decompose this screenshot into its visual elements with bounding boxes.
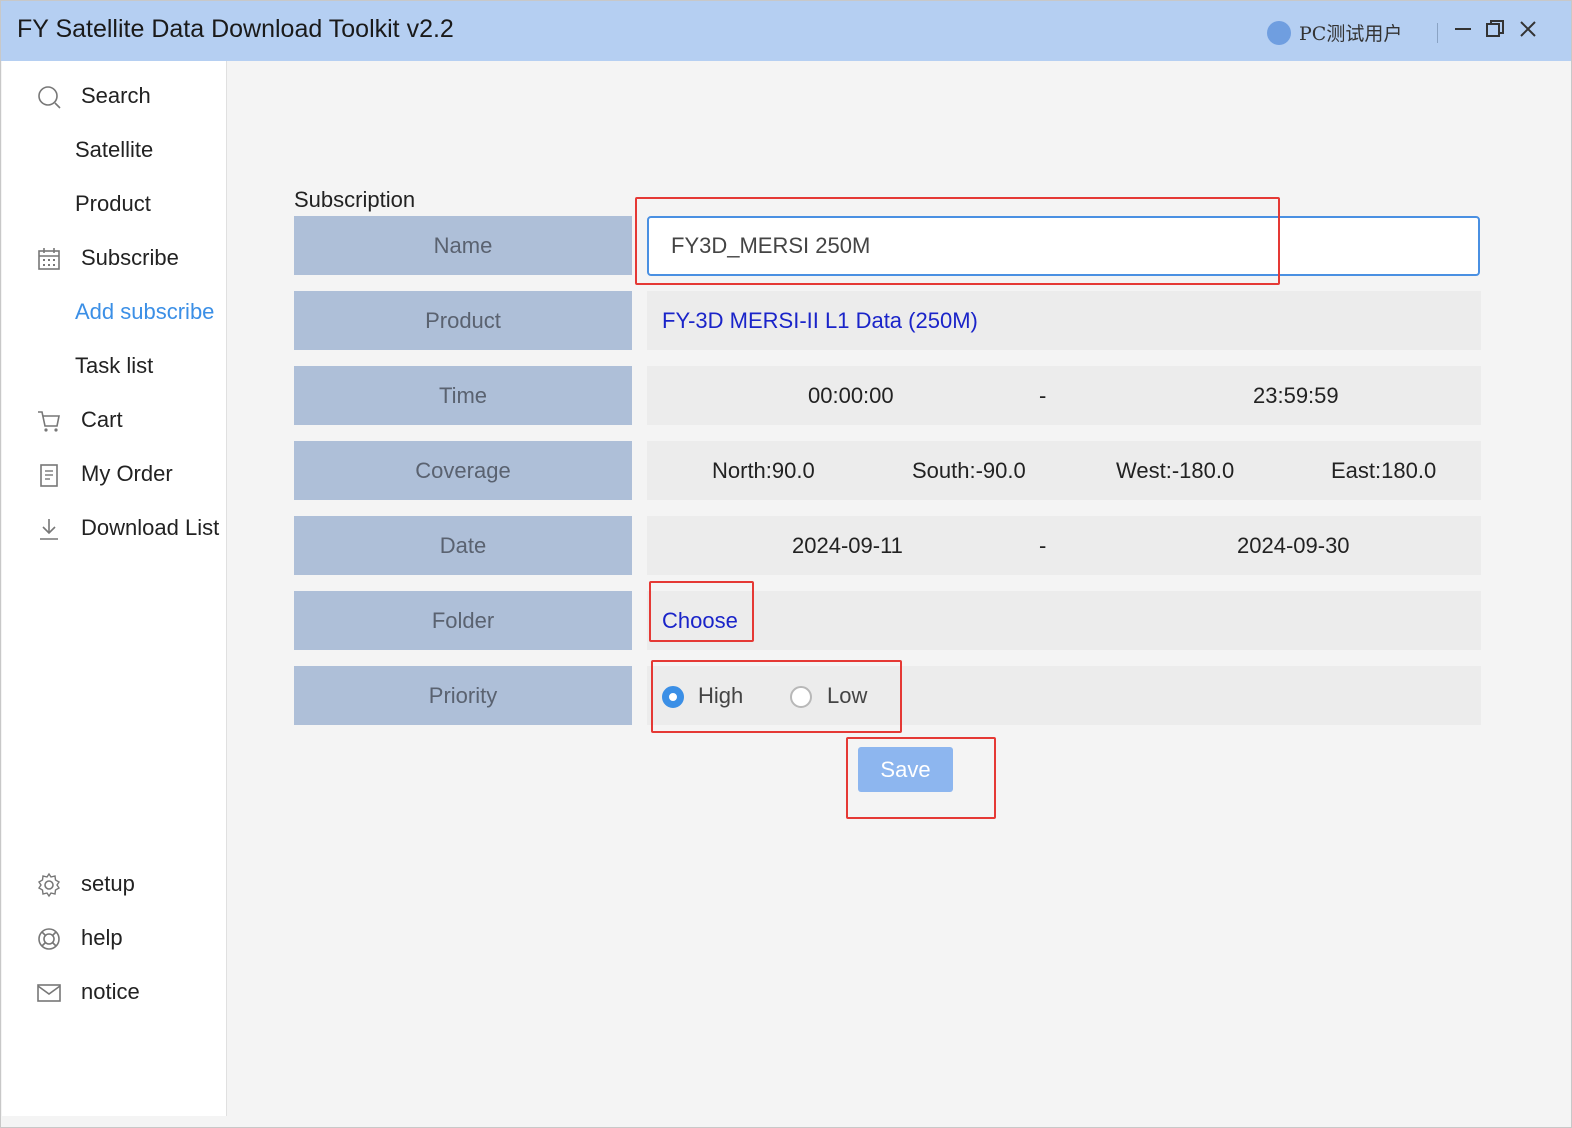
sidebar-item-label: Task list	[75, 353, 154, 378]
coverage-field: North:90.0 South:-90.0 West:-180.0 East:…	[647, 441, 1481, 500]
mail-icon	[37, 984, 61, 1002]
sidebar-item-my-order[interactable]: My Order	[2, 454, 227, 494]
sidebar-item-label: help	[81, 925, 123, 950]
sidebar-item-label: Search	[81, 83, 151, 108]
download-icon	[40, 519, 58, 540]
sidebar-item-help[interactable]: help	[2, 918, 227, 958]
sidebar-item-label: Satellite	[75, 137, 154, 162]
folder-field: Choose	[647, 591, 1481, 650]
sidebar-item-satellite[interactable]: Satellite	[2, 130, 227, 170]
time-label: Time	[294, 366, 632, 425]
cart-icon	[38, 411, 60, 432]
date-field: 2024-09-11 - 2024-09-30	[647, 516, 1481, 575]
time-separator: -	[1039, 383, 1047, 408]
app-title: FY Satellite Data Download Toolkit v2.2	[17, 15, 454, 43]
sidebar-item-label: Add subscribe	[75, 299, 215, 324]
sidebar-item-download-list[interactable]: Download List	[2, 508, 227, 548]
time-start[interactable]: 00:00:00	[808, 383, 894, 409]
name-input[interactable]	[647, 216, 1480, 276]
lifebuoy-icon	[38, 928, 60, 950]
coverage-west[interactable]: West:-180.0	[1116, 458, 1234, 484]
sidebar-item-notice[interactable]: notice	[2, 972, 227, 1012]
product-field: FY-3D MERSI-II L1 Data (250M)	[647, 291, 1481, 350]
priority-low-radio[interactable]	[790, 686, 812, 708]
sidebar-item-label: My Order	[81, 461, 173, 486]
priority-label: Priority	[294, 666, 632, 725]
date-separator: -	[1039, 533, 1047, 558]
choose-folder-link[interactable]: Choose	[662, 608, 738, 634]
page-title: Subscription	[294, 187, 416, 212]
sidebar-item-label: Cart	[81, 407, 123, 432]
sidebar-item-search[interactable]: Search	[2, 76, 227, 116]
close-icon	[1520, 21, 1536, 37]
search-icon	[38, 86, 61, 109]
close-button[interactable]	[1516, 17, 1540, 41]
sidebar-item-label: notice	[81, 979, 140, 1004]
app-window: FY Satellite Data Download Toolkit v2.2 …	[0, 0, 1572, 1128]
sidebar-item-task-list[interactable]: Task list	[2, 346, 227, 386]
priority-high-radio[interactable]	[662, 686, 684, 708]
title-bar: FY Satellite Data Download Toolkit v2.2 …	[1, 1, 1571, 61]
sidebar-item-label: Download List	[81, 515, 220, 540]
user-menu[interactable]: PC测试用户	[1267, 19, 1402, 46]
sidebar-item-add-subscribe[interactable]: Add subscribe	[2, 292, 227, 332]
sidebar-item-cart[interactable]: Cart	[2, 400, 227, 440]
date-start[interactable]: 2024-09-11	[792, 533, 903, 559]
product-value[interactable]: FY-3D MERSI-II L1 Data (250M)	[662, 308, 978, 334]
sidebar: Search Satellite Product Subscribe Add s…	[2, 61, 227, 1116]
coverage-label: Coverage	[294, 441, 632, 500]
minimize-icon	[1455, 28, 1471, 30]
name-label: Name	[294, 216, 632, 275]
sidebar-item-label: setup	[81, 871, 135, 896]
save-button[interactable]: Save	[858, 747, 953, 792]
folder-label: Folder	[294, 591, 632, 650]
time-field: 00:00:00 - 23:59:59	[647, 366, 1481, 425]
product-label: Product	[294, 291, 632, 350]
sidebar-item-label: Product	[75, 191, 151, 216]
user-name: PC测试用户	[1299, 23, 1403, 45]
calendar-icon	[38, 248, 60, 270]
sidebar-item-label: Subscribe	[81, 245, 179, 270]
title-divider	[1437, 23, 1438, 43]
priority-high-label[interactable]: High	[698, 683, 743, 709]
time-end[interactable]: 23:59:59	[1253, 383, 1339, 409]
minimize-button[interactable]	[1451, 17, 1475, 41]
maximize-button[interactable]	[1483, 17, 1507, 41]
coverage-east[interactable]: East:180.0	[1331, 458, 1436, 484]
gear-icon	[38, 872, 60, 898]
priority-low-label[interactable]: Low	[827, 683, 867, 709]
date-end[interactable]: 2024-09-30	[1237, 533, 1350, 559]
priority-field: High Low	[647, 666, 1481, 725]
coverage-south[interactable]: South:-90.0	[912, 458, 1026, 484]
coverage-north[interactable]: North:90.0	[712, 458, 815, 484]
document-icon	[40, 464, 58, 487]
sidebar-item-subscribe[interactable]: Subscribe	[2, 238, 227, 278]
sidebar-item-product[interactable]: Product	[2, 184, 227, 224]
restore-icon	[1486, 20, 1504, 37]
date-label: Date	[294, 516, 632, 575]
sidebar-item-setup[interactable]: setup	[2, 864, 227, 904]
avatar	[1267, 20, 1291, 45]
